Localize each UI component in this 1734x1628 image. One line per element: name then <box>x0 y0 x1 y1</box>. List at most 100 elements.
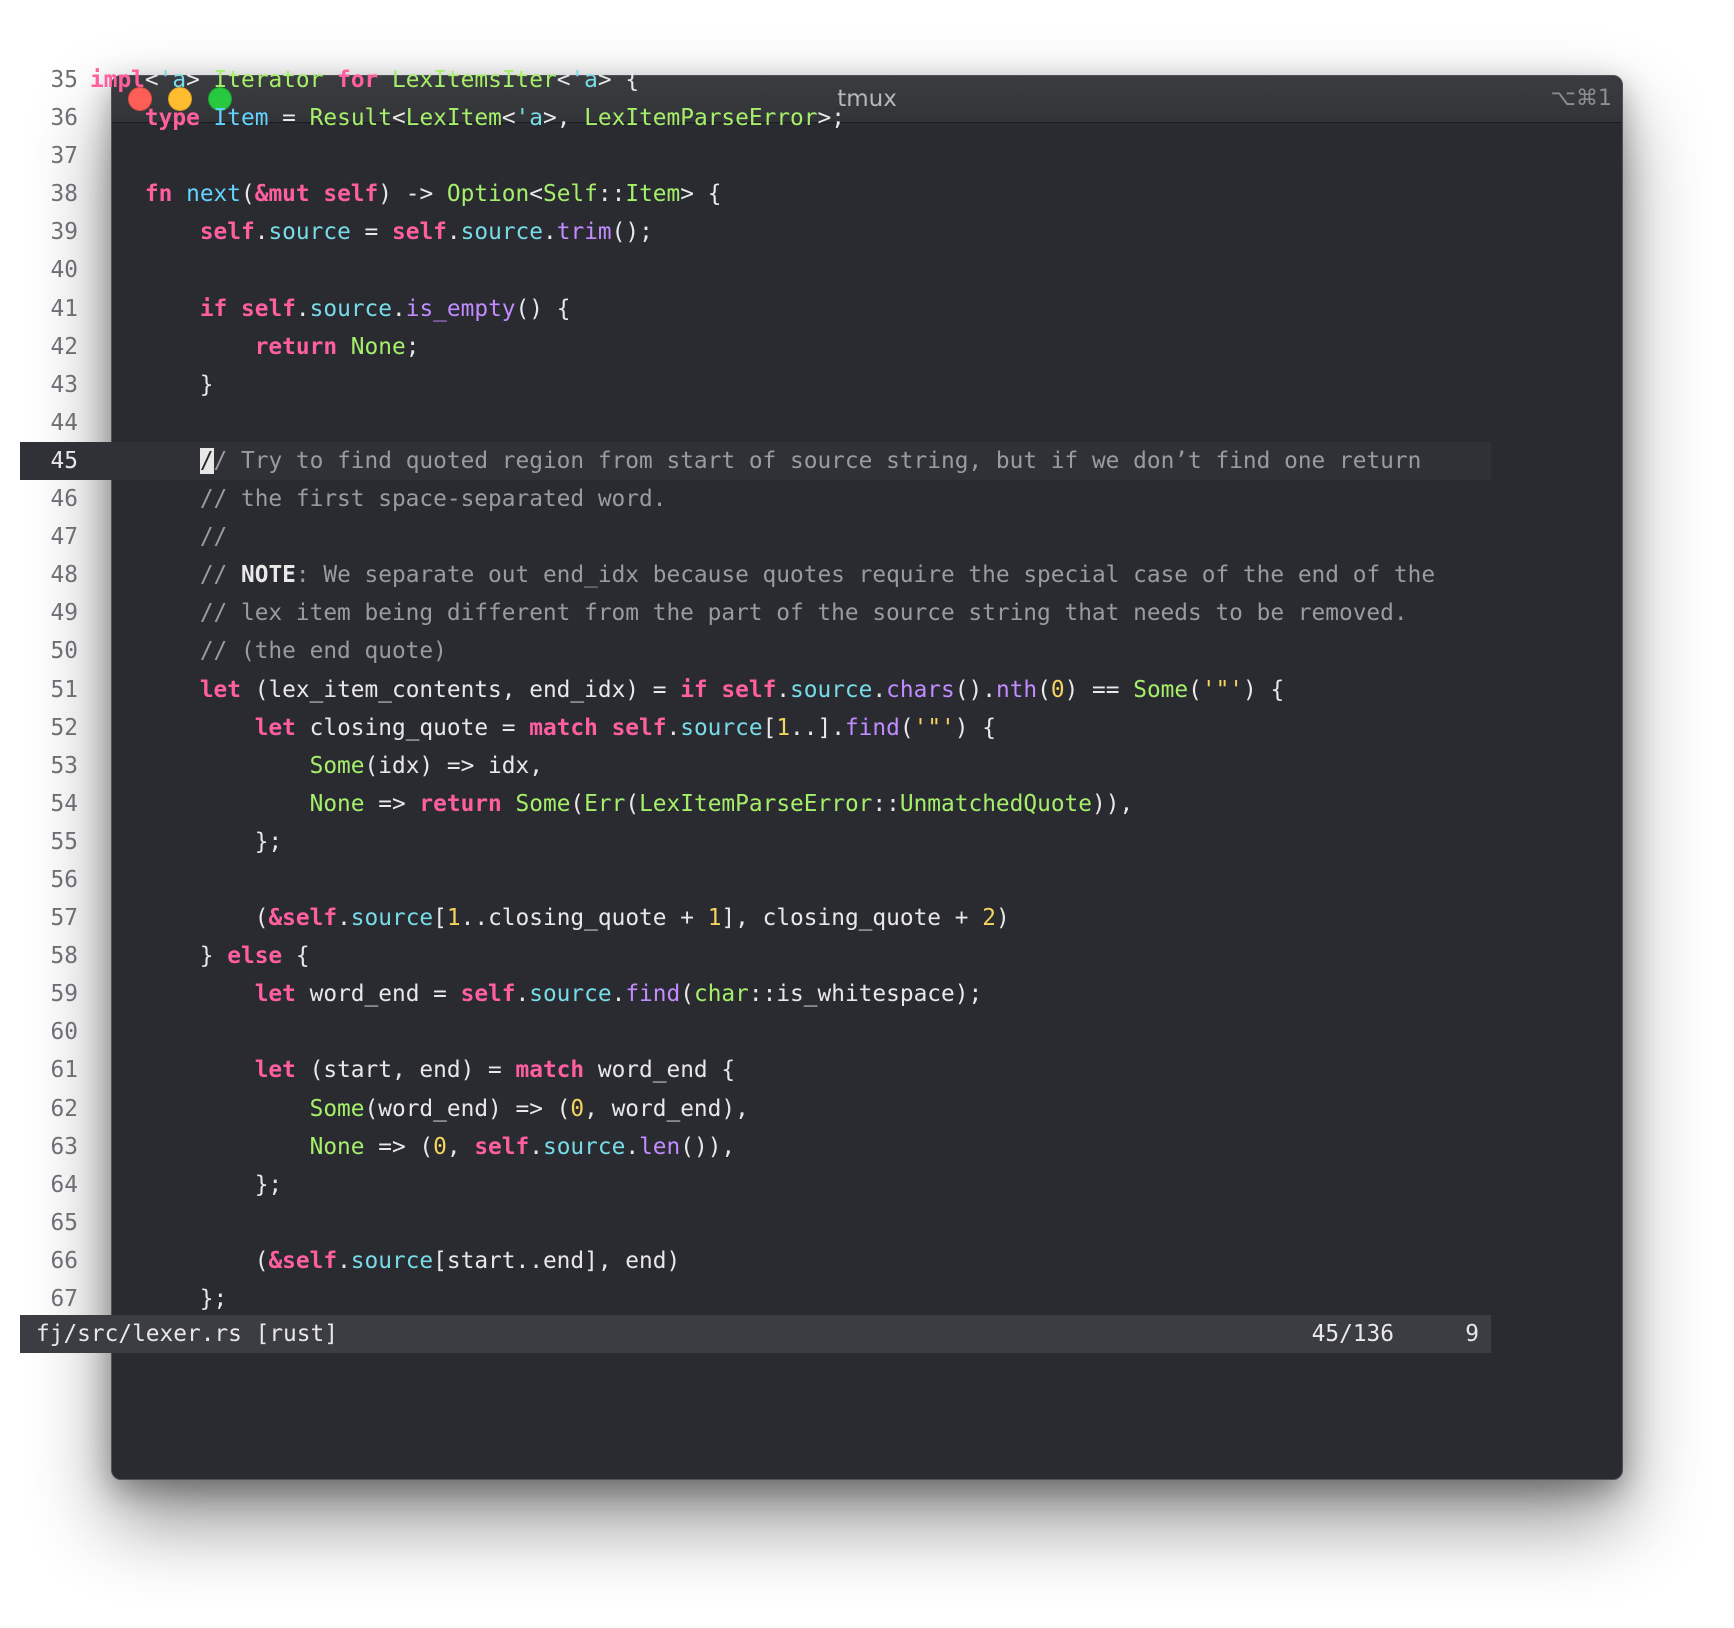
code-line[interactable]: 35 impl<'a> Iterator for LexItemsIter<'a>… <box>20 61 1491 99</box>
code-line[interactable]: 49 // lex item being different from the … <box>20 594 1491 632</box>
code-line[interactable]: 55 }; <box>20 823 1491 861</box>
code-token: // (the end quote) <box>199 638 447 665</box>
code-token: UnmatchedQuote <box>899 790 1093 817</box>
code-token: < <box>144 67 159 93</box>
line-code: // Try to find quoted region from start … <box>90 447 1421 474</box>
line-number: 41 <box>50 295 78 322</box>
code-token: }; <box>90 1171 283 1198</box>
code-line[interactable]: 60 <box>20 1013 1491 1051</box>
code-line[interactable]: 66 (&self.source[start..end], end) <box>20 1242 1491 1280</box>
code-line[interactable]: 63 None => (0, self.source.len()), <box>20 1128 1491 1166</box>
code-line[interactable]: 57 (&self.source[1..closing_quote + 1], … <box>20 899 1491 937</box>
code-token: type <box>144 105 200 132</box>
code-line[interactable]: 59 let word_end = self.source.find(char:… <box>20 975 1491 1013</box>
code-token: ( <box>1188 676 1202 703</box>
code-token: fn <box>144 181 173 208</box>
code-token: (start, end) = <box>295 1057 516 1084</box>
line-code: Some(word_end) => (0, word_end), <box>90 1096 749 1122</box>
line-number: 49 <box>50 600 78 627</box>
code-token: . <box>295 295 310 322</box>
code-token: 1 <box>446 905 461 932</box>
code-line[interactable]: 65 <box>20 1204 1491 1242</box>
code-token: nth <box>995 676 1038 703</box>
line-code: // <box>90 524 227 550</box>
code-line[interactable]: 51 let (lex_item_contents, end_idx) = if… <box>20 671 1491 709</box>
code-token: ( <box>90 1247 269 1274</box>
line-code: fn next(&mut self) -> Option<Self::Item>… <box>90 181 722 208</box>
code-line[interactable]: 38 fn next(&mut self) -> Option<Self::It… <box>20 175 1491 213</box>
line-number: 47 <box>50 524 78 551</box>
code-line[interactable]: 52 let closing_quote = match self.source… <box>20 709 1491 747</box>
line-code: let (start, end) = match word_end { <box>90 1057 735 1083</box>
code-token: . <box>337 905 351 932</box>
code-line[interactable]: 53 Some(idx) => idx, <box>20 747 1491 785</box>
code-token: , <box>446 1133 475 1160</box>
code-token: len <box>639 1133 681 1160</box>
code-token: ) == <box>1064 676 1134 703</box>
code-token: . <box>515 981 530 1008</box>
line-number: 40 <box>50 257 78 284</box>
code-token: word_end { <box>584 1057 736 1084</box>
line-number: 59 <box>50 981 78 1008</box>
code-line[interactable]: 41 if self.source.is_empty() { <box>20 290 1491 328</box>
code-token: (idx) => idx, <box>364 752 543 779</box>
code-token: < <box>529 181 543 208</box>
code-token: 2 <box>982 905 996 932</box>
code-token: )), <box>1092 790 1134 817</box>
status-column: 9 <box>1465 1321 1479 1347</box>
code-line[interactable]: 37 <box>20 137 1491 175</box>
code-token: Err <box>584 790 626 817</box>
code-line[interactable]: 39 self.source = self.source.trim(); <box>20 213 1491 251</box>
code-line[interactable]: 56 <box>20 861 1491 899</box>
code-line[interactable]: 54 None => return Some(Err(LexItemParseE… <box>20 785 1491 823</box>
code-token: ( <box>241 181 255 208</box>
code-token: LexItemParseError <box>639 790 873 817</box>
code-line[interactable]: 48 // NOTE: We separate out end_idx beca… <box>20 556 1491 594</box>
code-line[interactable]: 58 } else { <box>20 937 1491 975</box>
line-code: None => return Some(Err(LexItemParseErro… <box>90 790 1134 817</box>
code-line[interactable]: 50 // (the end quote) <box>20 632 1491 670</box>
line-number: 51 <box>50 676 78 703</box>
code-line[interactable]: 62 Some(word_end) => (0, word_end), <box>20 1090 1491 1128</box>
code-token: < <box>556 67 571 93</box>
code-line[interactable]: 40 <box>20 251 1491 289</box>
code-line[interactable]: 43 } <box>20 366 1491 404</box>
code-token: closing_quote = <box>295 714 530 741</box>
code-token: let <box>199 676 241 703</box>
code-token: '"' <box>913 714 955 741</box>
line-code: (&self.source[1..closing_quote + 1], clo… <box>90 905 1010 931</box>
code-token: }; <box>90 828 283 855</box>
code-line[interactable]: 42 return None; <box>20 328 1491 366</box>
code-line[interactable]: 45 // Try to find quoted region from sta… <box>20 441 1491 481</box>
code-line[interactable]: 47 // <box>20 518 1491 556</box>
line-code: }; <box>90 829 282 855</box>
code-token: ( <box>625 790 640 817</box>
code-line[interactable]: 64 }; <box>20 1166 1491 1204</box>
line-number: 36 <box>50 105 78 132</box>
line-code: // lex item being different from the par… <box>90 600 1408 626</box>
line-number: 42 <box>50 333 78 360</box>
code-token: word_end = <box>295 981 461 1008</box>
code-line[interactable]: 61 let (start, end) = match word_end { <box>20 1051 1491 1089</box>
code-token: ( <box>90 905 269 932</box>
line-number: 44 <box>50 409 78 436</box>
line-number: 52 <box>50 714 78 741</box>
code-line[interactable]: 44 <box>20 404 1491 442</box>
code-token: }; <box>90 1286 228 1312</box>
line-code: impl<'a> Iterator for LexItemsIter<'a> { <box>90 67 639 93</box>
code-token: 1 <box>707 905 722 932</box>
code-token: (). <box>954 676 996 703</box>
code-token: find <box>625 981 681 1008</box>
code-token: ..]. <box>790 714 845 741</box>
code-line[interactable]: 36 type Item = Result<LexItem<'a>, LexIt… <box>20 99 1491 137</box>
code-line[interactable]: 46 // the first space-separated word. <box>20 480 1491 518</box>
code-editor[interactable]: 35 impl<'a> Iterator for LexItemsIter<'a>… <box>20 61 1491 1318</box>
code-line[interactable]: 67 }; <box>20 1280 1491 1318</box>
line-number: 61 <box>50 1057 78 1084</box>
